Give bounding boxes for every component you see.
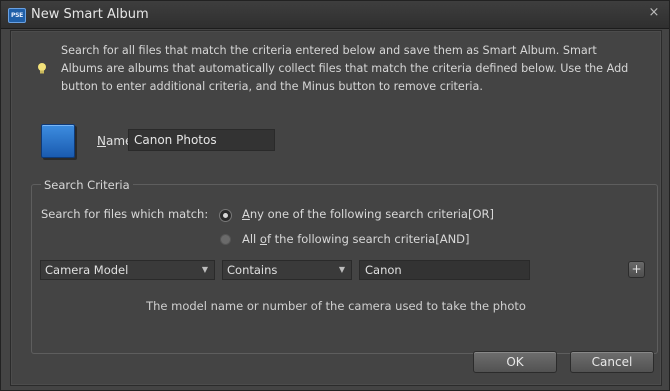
dialog-body: Search for all files that match the crit… — [10, 30, 662, 386]
radio-or-hotkey: A — [242, 207, 250, 221]
radio-or-rest: ny one of the following search criteria[… — [249, 207, 494, 221]
window-title: New Smart Album — [31, 7, 149, 22]
criteria-field-select[interactable]: Camera Model ▼ — [40, 260, 215, 280]
smart-album-icon — [41, 124, 75, 158]
app-icon: PSE — [8, 8, 26, 23]
album-name-input[interactable]: Canon Photos — [128, 129, 275, 151]
lightbulb-icon — [38, 63, 46, 74]
radio-and-prefix: All — [242, 232, 260, 246]
cancel-button[interactable]: Cancel — [570, 351, 654, 373]
title-bar[interactable]: PSE New Smart Album × — [1, 1, 669, 29]
radio-and-option[interactable] — [220, 234, 231, 245]
criteria-operator-select[interactable]: Contains ▼ — [222, 260, 352, 280]
ok-button[interactable]: OK — [473, 351, 557, 373]
close-icon[interactable]: × — [647, 5, 661, 21]
radio-or-label[interactable]: Any one of the following search criteria… — [242, 207, 494, 221]
match-label: Search for files which match: — [41, 207, 209, 221]
chevron-down-icon: ▼ — [201, 265, 208, 274]
add-criteria-button[interactable]: + — [628, 261, 645, 278]
criteria-hint: The model name or number of the camera u… — [146, 299, 526, 313]
criteria-value-input[interactable]: Canon — [359, 260, 530, 280]
radio-and-label[interactable]: All of the following search criteria[AND… — [242, 232, 470, 246]
chevron-down-icon: ▼ — [338, 265, 345, 274]
new-smart-album-dialog: PSE New Smart Album × Search for all fil… — [0, 0, 670, 391]
criteria-field-value: Camera Model — [45, 263, 129, 277]
radio-or-option[interactable] — [220, 210, 231, 221]
info-text: Search for all files that match the crit… — [61, 44, 629, 93]
name-label-hotkey: N — [97, 134, 106, 148]
search-criteria-legend: Search Criteria — [41, 178, 133, 192]
radio-and-rest: f the following search criteria[AND] — [266, 232, 470, 246]
radio-and-hotkey: o — [259, 232, 267, 246]
criteria-operator-value: Contains — [227, 263, 278, 277]
